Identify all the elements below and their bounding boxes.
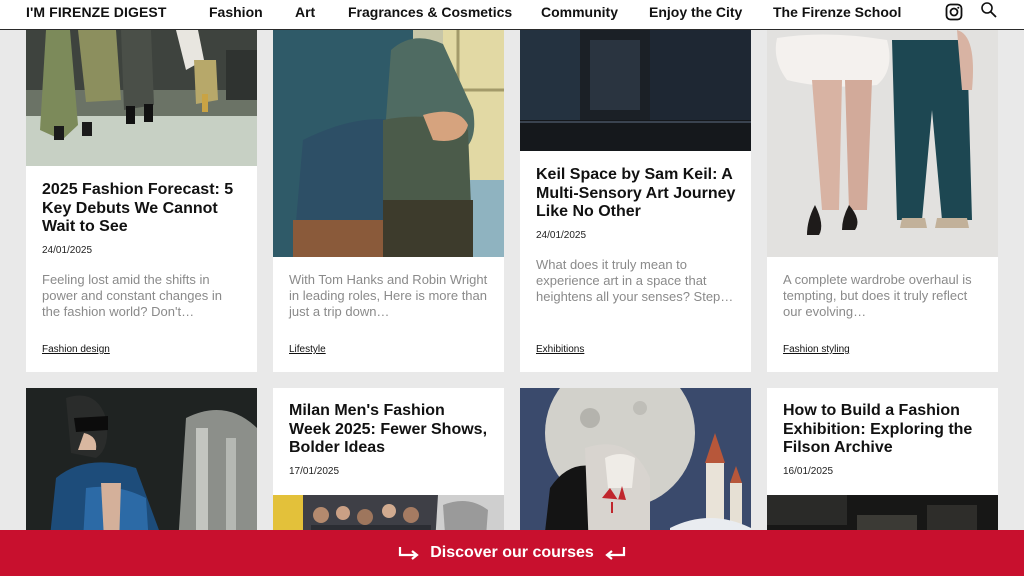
article-category-link[interactable]: Lifestyle	[289, 344, 326, 355]
article-excerpt: Feeling lost amid the shifts in power an…	[42, 272, 222, 319]
site-logo[interactable]: I'M FIRENZE DIGEST	[26, 4, 166, 20]
article-date: 16/01/2025	[783, 466, 834, 477]
article-excerpt: What does it truly mean to experience ar…	[536, 257, 734, 304]
article-title[interactable]: How to Build a Fashion Exhibition: Explo…	[783, 402, 984, 458]
discover-courses-banner[interactable]: Discover our courses	[0, 530, 1024, 576]
article-image[interactable]	[520, 30, 751, 151]
discover-courses-label[interactable]: Discover our courses	[0, 544, 1024, 562]
article-category-link[interactable]: Exhibitions	[536, 344, 584, 355]
article-date: 24/01/2025	[42, 245, 93, 256]
article-title[interactable]: Keil Space by Sam Keil: A Multi-Sensory …	[536, 166, 737, 222]
arrow-return-left-icon	[604, 546, 626, 565]
nav-item-firenze-school[interactable]: The Firenze School	[773, 4, 901, 20]
article-date: 17/01/2025	[289, 466, 340, 477]
article-card[interactable]: 2025 Fashion Forecast: 5 Key Debuts We C…	[26, 30, 257, 372]
article-category-link[interactable]: Fashion styling	[783, 344, 850, 355]
article-image[interactable]	[26, 30, 257, 166]
search-icon[interactable]	[980, 1, 1000, 21]
instagram-icon[interactable]	[945, 3, 965, 23]
article-excerpt: A complete wardrobe overhaul is tempting…	[783, 272, 972, 319]
article-image[interactable]	[767, 30, 998, 257]
article-card[interactable]: A complete wardrobe overhaul is tempting…	[767, 30, 998, 372]
nav-item-enjoy-the-city[interactable]: Enjoy the City	[649, 4, 742, 20]
top-navigation-bar: I'M FIRENZE DIGEST Fashion Art Fragrance…	[0, 0, 1024, 30]
article-image[interactable]	[273, 30, 504, 257]
article-card[interactable]: With Tom Hanks and Robin Wright in leadi…	[273, 30, 504, 372]
page: I'M FIRENZE DIGEST Fashion Art Fragrance…	[0, 0, 1024, 576]
article-title[interactable]: 2025 Fashion Forecast: 5 Key Debuts We C…	[42, 181, 243, 237]
article-excerpt: With Tom Hanks and Robin Wright in leadi…	[289, 272, 488, 319]
nav-item-fragrances-cosmetics[interactable]: Fragrances & Cosmetics	[348, 4, 512, 20]
nav-item-fashion[interactable]: Fashion	[209, 4, 263, 20]
nav-item-art[interactable]: Art	[295, 4, 315, 20]
article-title[interactable]: Milan Men's Fashion Week 2025: Fewer Sho…	[289, 402, 490, 458]
article-date: 24/01/2025	[536, 230, 587, 241]
nav-item-community[interactable]: Community	[541, 4, 618, 20]
article-category-link[interactable]: Fashion design	[42, 344, 110, 355]
article-card[interactable]: Keil Space by Sam Keil: A Multi-Sensory …	[520, 30, 751, 372]
